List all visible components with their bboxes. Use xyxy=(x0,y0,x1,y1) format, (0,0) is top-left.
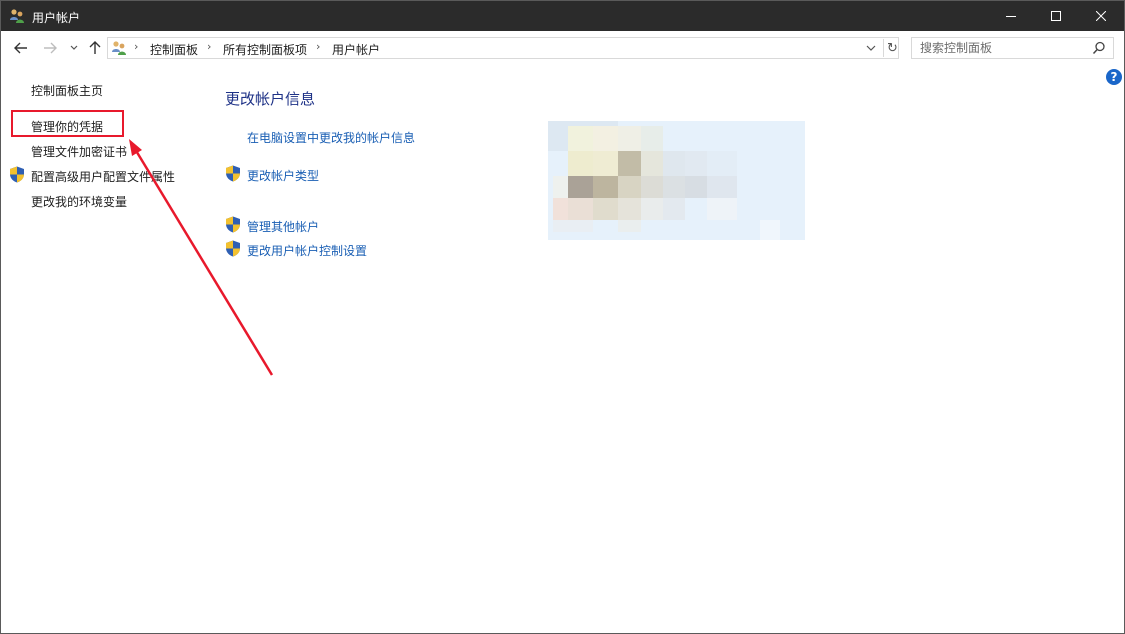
minimize-icon xyxy=(1006,16,1016,17)
search-box[interactable] xyxy=(911,37,1114,59)
help-icon[interactable]: ? xyxy=(1106,69,1122,85)
chevron-down-icon[interactable] xyxy=(866,41,876,55)
minimize-button[interactable] xyxy=(988,1,1034,31)
close-button[interactable] xyxy=(1078,1,1124,31)
control-panel-window: 用户帐户 › 控制面板 › 所有控制面板项 › 用户帐户 ↻ 搜索控制面板 ? … xyxy=(0,0,1125,634)
breadcrumb-user-accounts[interactable]: 用户帐户 xyxy=(332,41,380,58)
maximize-button[interactable] xyxy=(1033,1,1079,31)
account-picture xyxy=(548,121,805,240)
maximize-icon xyxy=(1051,11,1061,21)
refresh-icon: ↻ xyxy=(887,40,898,56)
breadcrumb-separator[interactable]: › xyxy=(316,40,320,53)
annotation-arrow xyxy=(129,139,274,376)
refresh-button[interactable]: ↻ xyxy=(883,39,901,57)
search-icon[interactable] xyxy=(1092,41,1106,55)
close-icon xyxy=(1096,11,1106,21)
search-input[interactable] xyxy=(920,40,1090,56)
